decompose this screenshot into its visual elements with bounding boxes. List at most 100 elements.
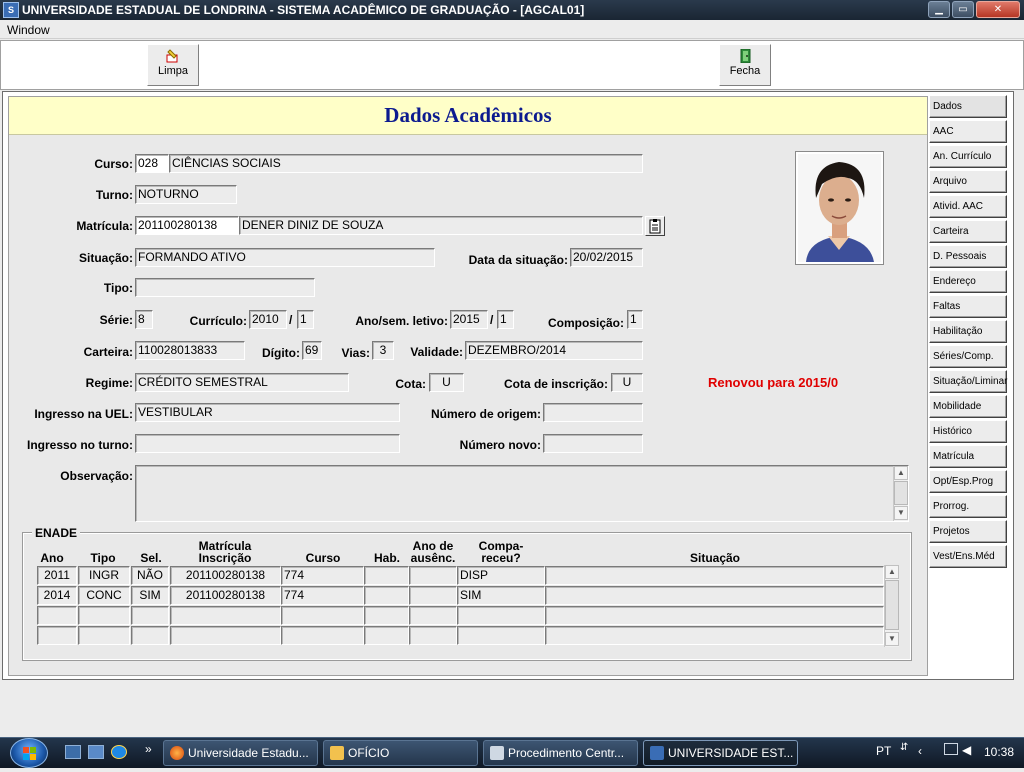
scroll-down-icon[interactable]: ▼ bbox=[885, 632, 899, 646]
close-button[interactable]: ✕ bbox=[976, 1, 1020, 18]
nav-habilitacao-button[interactable]: Habilitação bbox=[929, 320, 1007, 343]
vias-field: 3 bbox=[372, 341, 394, 360]
nav-vest-ens-med-button[interactable]: Vest/Ens.Méd bbox=[929, 545, 1007, 568]
enade-cell-ano[interactable] bbox=[37, 606, 77, 625]
task-browser[interactable]: Universidade Estadu... bbox=[163, 740, 318, 766]
nav-carteira-button[interactable]: Carteira bbox=[929, 220, 1007, 243]
window-title-bar: S UNIVERSIDADE ESTADUAL DE LONDRINA - SI… bbox=[0, 0, 1024, 20]
nav-mobilidade-button[interactable]: Mobilidade bbox=[929, 395, 1007, 418]
nav-projetos-button[interactable]: Projetos bbox=[929, 520, 1007, 543]
minimize-button[interactable]: ▁ bbox=[928, 1, 950, 18]
scroll-thumb[interactable] bbox=[885, 580, 899, 630]
nav-series-comp-button[interactable]: Séries/Comp. bbox=[929, 345, 1007, 368]
enade-cell-hab[interactable] bbox=[364, 566, 409, 585]
enade-cell-curso[interactable]: 774 bbox=[281, 586, 364, 605]
clock[interactable]: 10:38 bbox=[984, 745, 1014, 759]
language-indicator[interactable]: PT bbox=[876, 744, 891, 758]
enade-cell-sel[interactable]: SIM bbox=[131, 586, 169, 605]
enade-cell-ano[interactable]: 2014 bbox=[37, 586, 77, 605]
scroll-thumb[interactable] bbox=[894, 481, 908, 505]
enade-cell-ano[interactable] bbox=[37, 626, 77, 645]
enade-cell-compareceu[interactable]: DISP bbox=[457, 566, 545, 585]
scroll-down-icon[interactable]: ▼ bbox=[894, 506, 908, 520]
nav-d-pessoais-button[interactable]: D. Pessoais bbox=[929, 245, 1007, 268]
task-procedimento[interactable]: Procedimento Centr... bbox=[483, 740, 638, 766]
observacao-scrollbar[interactable]: ▲ ▼ bbox=[893, 466, 908, 521]
enade-cell-compareceu[interactable] bbox=[457, 606, 545, 625]
nav-endereco-button[interactable]: Endereço bbox=[929, 270, 1007, 293]
enade-cell-curso[interactable] bbox=[281, 606, 364, 625]
keyboard-layout-icon[interactable]: ⇵ bbox=[900, 742, 908, 753]
matricula-field[interactable]: 201100280138 bbox=[135, 216, 239, 235]
enade-cell-ausencia[interactable] bbox=[409, 606, 457, 625]
enade-cell-ausencia[interactable] bbox=[409, 626, 457, 645]
enade-cell-tipo[interactable]: INGR bbox=[78, 566, 130, 585]
nav-historico-button[interactable]: Histórico bbox=[929, 420, 1007, 443]
nav-aac-button[interactable]: AAC bbox=[929, 120, 1007, 143]
carteira-field: 110028013833 bbox=[135, 341, 245, 360]
enade-cell-compareceu[interactable] bbox=[457, 626, 545, 645]
enade-cell-tipo[interactable] bbox=[78, 626, 130, 645]
enade-cell-sel[interactable] bbox=[131, 606, 169, 625]
internet-explorer-icon[interactable] bbox=[111, 745, 127, 759]
enade-cell-ausencia[interactable] bbox=[409, 586, 457, 605]
menu-window[interactable]: Window bbox=[7, 23, 50, 37]
nav-opt-esp-prog-button[interactable]: Opt/Esp.Prog bbox=[929, 470, 1007, 493]
task-oficio[interactable]: OFÍCIO bbox=[323, 740, 478, 766]
enade-cell-hab[interactable] bbox=[364, 626, 409, 645]
nav-arquivo-button[interactable]: Arquivo bbox=[929, 170, 1007, 193]
enade-scrollbar[interactable]: ▲ ▼ bbox=[884, 565, 899, 647]
enade-cell-matricula[interactable] bbox=[170, 606, 281, 625]
limpa-button[interactable]: Limpa bbox=[147, 44, 199, 86]
enade-cell-compareceu[interactable]: SIM bbox=[457, 586, 545, 605]
enade-cell-sel[interactable] bbox=[131, 626, 169, 645]
enade-cell-ano[interactable]: 2011 bbox=[37, 566, 77, 585]
enade-cell-matricula[interactable]: 201100280138 bbox=[170, 566, 281, 585]
enade-cell-curso[interactable] bbox=[281, 626, 364, 645]
nav-an-curriculo-button[interactable]: An. Currículo bbox=[929, 145, 1007, 168]
nav-ativid-aac-button[interactable]: Ativid. AAC bbox=[929, 195, 1007, 218]
enade-cell-situacao[interactable] bbox=[545, 586, 884, 605]
tray-expand-icon[interactable]: ‹ bbox=[918, 744, 922, 758]
numero-origem-label: Número de origem: bbox=[430, 407, 541, 421]
serie-field: 8 bbox=[135, 310, 153, 329]
nav-dados-button[interactable]: Dados bbox=[929, 95, 1007, 118]
enade-cell-hab[interactable] bbox=[364, 606, 409, 625]
nav-matricula-button[interactable]: Matrícula bbox=[929, 445, 1007, 468]
network-icon[interactable] bbox=[944, 743, 958, 755]
enade-cell-tipo[interactable] bbox=[78, 606, 130, 625]
col-header-situacao: Situação bbox=[689, 551, 740, 565]
scroll-up-icon[interactable]: ▲ bbox=[894, 466, 908, 480]
nav-prorrog-button[interactable]: Prorrog. bbox=[929, 495, 1007, 518]
cota-label: Cota: bbox=[395, 377, 426, 391]
app-icon bbox=[650, 746, 664, 760]
scroll-up-icon[interactable]: ▲ bbox=[885, 565, 899, 579]
curso-codigo-field[interactable]: 028 bbox=[135, 154, 169, 173]
enade-cell-matricula[interactable] bbox=[170, 626, 281, 645]
volume-icon[interactable]: ◀ bbox=[962, 743, 971, 757]
enade-cell-tipo[interactable]: CONC bbox=[78, 586, 130, 605]
maximize-button[interactable]: ▭ bbox=[952, 1, 974, 18]
nav-situacao-liminar-button[interactable]: Situação/Liminar bbox=[929, 370, 1007, 393]
observacao-textarea[interactable]: ▲ ▼ bbox=[135, 465, 909, 522]
enade-cell-hab[interactable] bbox=[364, 586, 409, 605]
show-desktop-icon[interactable] bbox=[65, 745, 81, 759]
ingresso-uel-label: Ingresso na UEL: bbox=[34, 407, 133, 421]
turno-label: Turno: bbox=[95, 188, 133, 202]
enade-cell-curso[interactable]: 774 bbox=[281, 566, 364, 585]
task-universidade[interactable]: UNIVERSIDADE EST... bbox=[643, 740, 798, 766]
quicklaunch-more-icon[interactable]: » bbox=[145, 742, 152, 756]
enade-cell-situacao[interactable] bbox=[545, 606, 884, 625]
enade-cell-situacao[interactable] bbox=[545, 566, 884, 585]
enade-cell-sel[interactable]: NÃO bbox=[131, 566, 169, 585]
enade-cell-matricula[interactable]: 201100280138 bbox=[170, 586, 281, 605]
carteira-label: Carteira: bbox=[83, 345, 133, 359]
nav-faltas-button[interactable]: Faltas bbox=[929, 295, 1007, 318]
lookup-button[interactable] bbox=[645, 216, 665, 236]
start-button-icon[interactable] bbox=[10, 738, 48, 768]
enade-cell-situacao[interactable] bbox=[545, 626, 884, 645]
fecha-button[interactable]: Fecha bbox=[719, 44, 771, 86]
col-header-compareceu-line2: receu? bbox=[481, 551, 521, 565]
switch-windows-icon[interactable] bbox=[88, 745, 104, 759]
enade-cell-ausencia[interactable] bbox=[409, 566, 457, 585]
